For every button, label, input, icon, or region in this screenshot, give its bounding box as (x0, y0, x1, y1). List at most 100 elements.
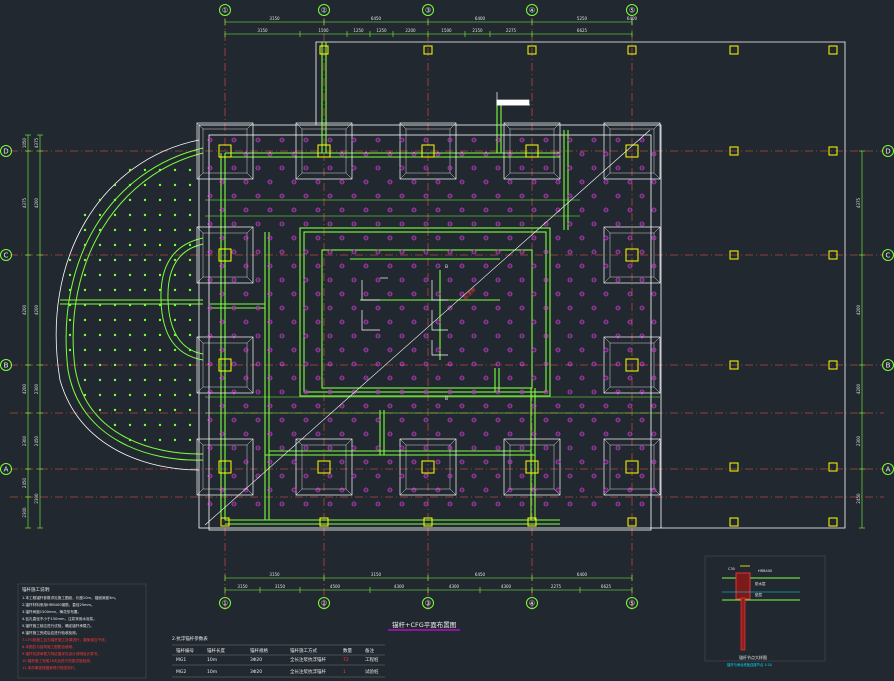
cfg-pile (173, 198, 177, 202)
dim-text: 5250 (577, 16, 588, 21)
cfg-pile (188, 168, 192, 172)
cfg-pile (128, 258, 132, 262)
cfg-pile (128, 273, 132, 277)
cfg-pile (158, 183, 162, 187)
dim-text: 3150 (269, 572, 280, 577)
cfg-pile (128, 363, 132, 367)
cfg-pile (188, 348, 192, 352)
cfg-pile (68, 303, 72, 307)
dim-text: 1250 (376, 28, 387, 33)
cfg-pile (83, 228, 87, 232)
dim-text: 2450 (34, 435, 39, 446)
table-cell: 试验桩 (365, 668, 379, 675)
cfg-pile (113, 333, 117, 337)
dim-text: 3150 (275, 584, 286, 589)
axis-label: ④ (529, 599, 535, 607)
cfg-pile (113, 363, 117, 367)
cfg-pile (113, 213, 117, 217)
cfg-pile (158, 378, 162, 382)
cfg-pile (173, 168, 177, 172)
dim-text: 2300 (34, 383, 39, 394)
dim-text: 1500 (441, 28, 452, 33)
cfg-pile (128, 438, 132, 442)
axis-label: ④ (529, 6, 535, 14)
cfg-pile (128, 243, 132, 247)
dim-text: 6625 (577, 28, 588, 33)
cfg-pile (158, 348, 162, 352)
cfg-pile (98, 408, 102, 412)
dim-text: 4200 (34, 304, 39, 315)
cfg-pile (128, 333, 132, 337)
detail-subcaption: 锚杆与承台底板连接节点 1:20 (727, 662, 772, 667)
cfg-pile (98, 228, 102, 232)
axis-label: A (4, 465, 9, 473)
cfg-pile (143, 318, 147, 322)
cfg-pile (83, 333, 87, 337)
drawing-title: 锚杆+CFG平面布置图 (392, 620, 456, 629)
axis-label: ⑤ (629, 599, 635, 607)
cfg-pile (143, 423, 147, 427)
cfg-pile (113, 393, 117, 397)
dim-text: 3150 (237, 584, 248, 589)
dim-text: 2275 (551, 584, 562, 589)
note-line: 9.锚杆抗拔承载力特征值详见设计说明及计算书。 (22, 651, 101, 656)
cfg-pile (113, 348, 117, 352)
cfg-pile (143, 393, 147, 397)
cfg-pile (128, 378, 132, 382)
cfg-pile (98, 198, 102, 202)
cfg-pile (98, 393, 102, 397)
dim-text: 3150 (257, 28, 268, 33)
detail-caption: 锚杆节点大样图 (739, 654, 767, 660)
cfg-pile (173, 288, 177, 292)
note-line: 4.钻孔直径不小于150mm，注浆采用水泥浆。 (22, 616, 97, 621)
cfg-pile (128, 408, 132, 412)
cfg-pile (128, 348, 132, 352)
cfg-pile (113, 273, 117, 277)
dim-text: 2275 (506, 28, 517, 33)
table-cell: MG1 (176, 657, 186, 663)
axis-label: B (4, 361, 9, 369)
dim-text: 6450 (371, 16, 382, 21)
cfg-pile (173, 438, 177, 442)
cfg-pile (143, 258, 147, 262)
cfg-pile (83, 213, 87, 217)
dim-text: 6400 (475, 16, 486, 21)
dim-text: 6400 (577, 572, 588, 577)
cfg-pile (113, 318, 117, 322)
cfg-pile (158, 273, 162, 277)
cfg-pile (98, 303, 102, 307)
cfg-pile (188, 273, 192, 277)
cfg-pile (143, 303, 147, 307)
cfg-pile (143, 348, 147, 352)
dim-text: 4300 (501, 584, 512, 589)
cfg-pile (158, 228, 162, 232)
dim-text: 1050 (22, 137, 27, 148)
cfg-pile (173, 213, 177, 217)
table-header: 备注 (365, 647, 374, 654)
cfg-pile (143, 333, 147, 337)
dim-text: 2450 (856, 493, 861, 504)
cfg-pile (98, 333, 102, 337)
note-line: 3.锚杆间距1500mm，梅花形布置。 (22, 609, 81, 614)
cfg-pile (158, 363, 162, 367)
dim-text: 3150 (269, 16, 280, 21)
axis-label: D (885, 147, 890, 155)
axis-label: ② (321, 6, 327, 14)
cfg-pile (68, 318, 72, 322)
dim-text: 3150 (371, 572, 382, 577)
cfg-pile (113, 183, 117, 187)
cfg-pile (98, 318, 102, 322)
cfg-pile (188, 198, 192, 202)
cfg-pile (173, 333, 177, 337)
cfg-pile (68, 258, 72, 262)
cfg-pile (158, 213, 162, 217)
dim-text: 2300 (34, 493, 39, 504)
cfg-pile (188, 363, 192, 367)
svg-text:HRB400: HRB400 (758, 569, 772, 573)
cfg-pile (158, 243, 162, 247)
axis-label: ⑤ (629, 6, 635, 14)
cfg-pile (128, 288, 132, 292)
cfg-pile (173, 318, 177, 322)
cfg-pile (188, 438, 192, 442)
svg-text:C30: C30 (728, 567, 735, 571)
